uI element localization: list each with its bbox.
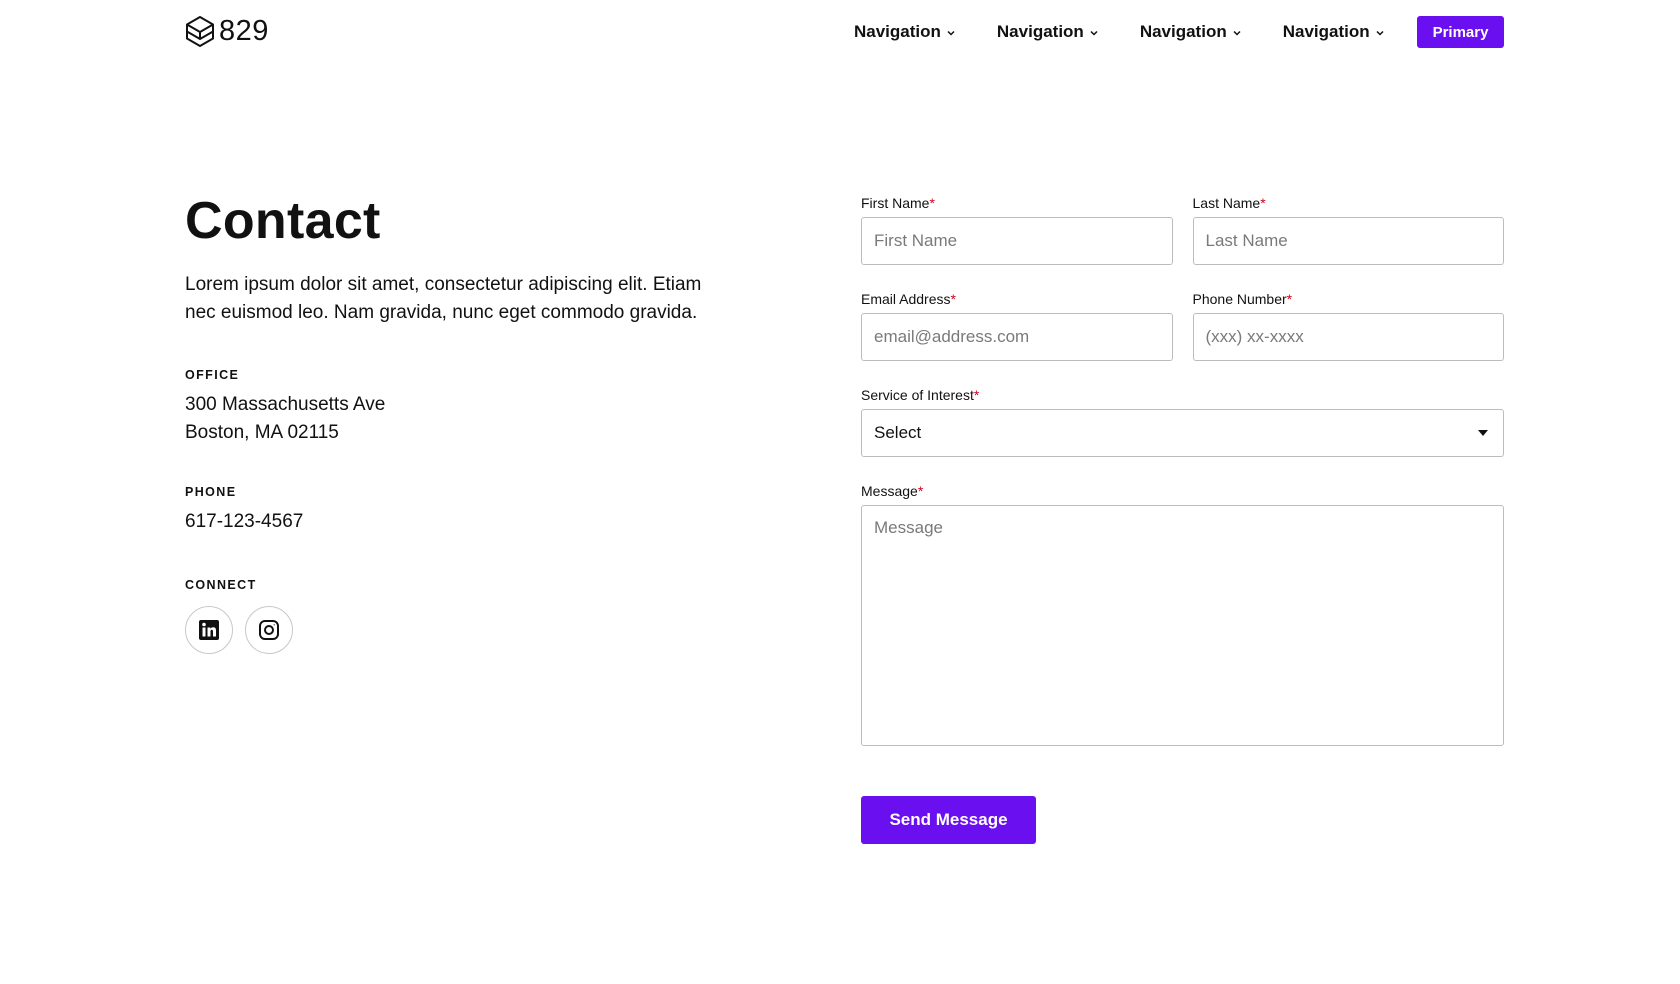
email-field: Email Address* — [861, 290, 1173, 361]
phone-input[interactable] — [1192, 313, 1504, 361]
nav-item-label: Navigation — [854, 22, 941, 41]
nav-item-2[interactable]: Navigation — [997, 16, 1099, 48]
logo-text: 829 — [219, 15, 269, 47]
office-block: OFFICE 300 Massachusetts Ave Boston, MA … — [185, 368, 745, 447]
email-input[interactable] — [861, 313, 1173, 361]
instagram-icon — [258, 619, 280, 641]
service-select[interactable]: Select — [861, 409, 1504, 457]
social-links — [185, 606, 745, 654]
nav-item-label: Navigation — [996, 22, 1084, 41]
email-label: Email Address* — [861, 291, 956, 307]
required-marker: * — [1286, 291, 1293, 307]
phone-field: Phone Number* — [1192, 290, 1504, 361]
message-textarea[interactable] — [861, 505, 1504, 746]
primary-button[interactable]: Primary — [1417, 16, 1504, 48]
chevron-down-icon — [1232, 27, 1242, 38]
service-field: Service of Interest* Select — [861, 386, 1504, 457]
required-marker: * — [929, 195, 935, 211]
last-name-input[interactable] — [1192, 217, 1504, 265]
chevron-down-icon — [946, 27, 956, 38]
message-label: Message* — [861, 483, 924, 499]
nav-item-3[interactable]: Navigation — [1140, 16, 1242, 48]
send-message-button[interactable]: Send Message — [861, 796, 1036, 844]
contact-row: Email Address* Phone Number* — [861, 290, 1504, 361]
phone-label: PHONE — [185, 485, 237, 499]
office-label: OFFICE — [185, 368, 240, 382]
contact-info: Contact Lorem ipsum dolor sit amet, cons… — [185, 185, 745, 654]
logo[interactable]: 829 — [185, 15, 269, 48]
page-title: Contact — [185, 192, 381, 250]
nav-item-4[interactable]: Navigation — [1283, 16, 1385, 48]
required-marker: * — [973, 387, 980, 403]
connect-label: CONNECT — [185, 578, 257, 592]
office-address: 300 Massachusetts Ave Boston, MA 02115 — [185, 391, 745, 447]
intro-text: Lorem ipsum dolor sit amet, consectetur … — [185, 274, 702, 323]
address-line-1: 300 Massachusetts Ave — [185, 394, 386, 415]
contact-form: First Name* Last Name* Email Address* Ph… — [861, 194, 1504, 751]
instagram-button[interactable] — [245, 606, 293, 654]
connect-block: CONNECT — [185, 578, 745, 654]
required-marker: * — [917, 483, 924, 499]
message-field: Message* — [861, 482, 1504, 751]
phone-block: PHONE 617-123-4567 — [185, 485, 745, 536]
hexagon-stack-icon — [185, 15, 215, 48]
nav-item-1[interactable]: Navigation — [854, 16, 956, 48]
nav-item-label: Navigation — [1139, 22, 1227, 41]
first-name-label: First Name* — [861, 195, 935, 211]
chevron-down-icon — [1375, 27, 1385, 38]
service-label: Service of Interest* — [861, 387, 980, 403]
caret-down-icon — [1478, 430, 1491, 436]
first-name-input[interactable] — [861, 217, 1173, 265]
chevron-down-icon — [1089, 27, 1099, 38]
phone-field-label: Phone Number* — [1192, 291, 1293, 307]
service-select-value: Select — [874, 423, 922, 442]
nav-item-label: Navigation — [1282, 22, 1370, 41]
first-name-field: First Name* — [861, 194, 1173, 265]
required-marker: * — [1260, 195, 1266, 211]
address-line-2: Boston, MA 02115 — [185, 422, 339, 443]
linkedin-icon — [198, 619, 220, 641]
site-header: 829 Navigation Navigation Navigation Nav… — [0, 0, 1680, 64]
main-nav: Navigation Navigation Navigation Navigat… — [854, 16, 1385, 48]
linkedin-button[interactable] — [185, 606, 233, 654]
phone-number: 617-123-4567 — [185, 511, 304, 532]
last-name-label: Last Name* — [1192, 195, 1266, 211]
last-name-field: Last Name* — [1192, 194, 1504, 265]
required-marker: * — [950, 291, 956, 307]
name-row: First Name* Last Name* — [861, 194, 1504, 265]
